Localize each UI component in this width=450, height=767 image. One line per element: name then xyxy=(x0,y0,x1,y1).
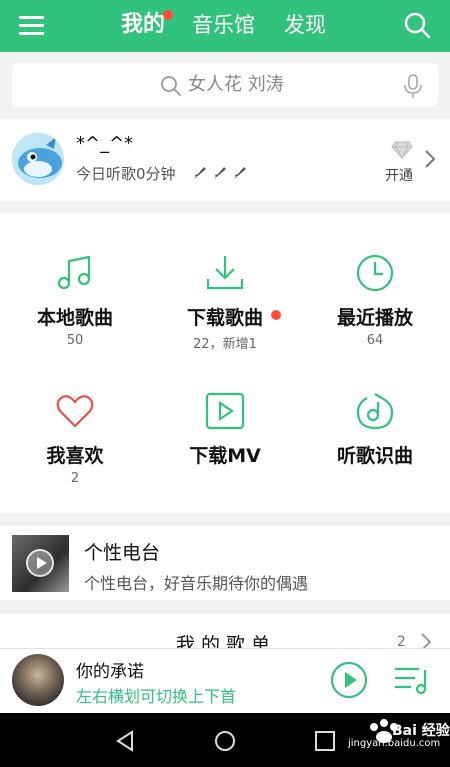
recent-apps-icon[interactable] xyxy=(314,730,336,752)
downloaded-songs-entry[interactable]: 下载歌曲 22，新增1 xyxy=(150,213,300,353)
diamond-icon xyxy=(391,141,413,159)
song-cover[interactable] xyxy=(12,654,64,706)
play-icon xyxy=(26,549,54,577)
tab-discover[interactable]: 发现 xyxy=(284,10,326,40)
heart-icon xyxy=(56,395,94,428)
watermark-text: Bai 经验 xyxy=(392,723,450,739)
swipe-hint: 左右横划可切换上下首 xyxy=(76,687,237,706)
quick-access-grid: 本地歌曲 50 下载歌曲 22，新增1 最近播放 64 我喜欢 2 下载MV 听… xyxy=(0,213,450,513)
search-icon[interactable] xyxy=(402,10,432,40)
clock-icon xyxy=(356,254,394,292)
profile-card[interactable]: *^_^* 今日听歌0分钟 开通 xyxy=(0,119,450,201)
local-songs-label: 本地歌曲 xyxy=(36,307,113,329)
download-mv-label: 下载MV xyxy=(189,445,261,467)
playlist-queue-icon[interactable] xyxy=(393,664,431,696)
downloaded-songs-count: 22，新增1 xyxy=(193,337,257,352)
vip-open-button[interactable]: 开通 xyxy=(385,165,413,185)
recent-play-entry[interactable]: 最近播放 64 xyxy=(300,213,450,353)
song-title: 你的承诺 xyxy=(76,662,144,682)
music-recognition-entry[interactable]: 听歌识曲 xyxy=(300,353,450,493)
music-recognition-label: 听歌识曲 xyxy=(336,445,413,467)
download-icon xyxy=(206,256,244,290)
microphone-icon[interactable] xyxy=(402,73,424,99)
search-placeholder: 女人花 刘涛 xyxy=(188,74,284,95)
music-recognize-icon xyxy=(356,393,394,430)
tab-mine[interactable]: 我的 xyxy=(121,10,165,40)
play-button[interactable] xyxy=(330,661,368,699)
radio-cover xyxy=(12,535,69,592)
chevron-right-icon[interactable] xyxy=(424,149,436,169)
download-mv-entry[interactable]: 下载MV xyxy=(150,353,300,493)
radio-title: 个性电台 xyxy=(84,542,161,564)
top-tabs: 我的 音乐馆 发现 xyxy=(0,0,450,52)
new-download-badge xyxy=(271,310,281,320)
avatar[interactable] xyxy=(12,133,64,185)
recent-play-count: 64 xyxy=(366,333,384,348)
home-icon[interactable] xyxy=(213,729,237,753)
username: *^_^* xyxy=(76,133,134,154)
personal-radio-card[interactable]: 个性电台 个性电台，好音乐期待你的偶遇 xyxy=(0,526,450,600)
music-note-icon xyxy=(57,255,91,290)
watermark-url: jingyan.baidu.com xyxy=(348,738,441,749)
recent-play-label: 最近播放 xyxy=(336,307,413,329)
radio-subtitle: 个性电台，好音乐期待你的偶遇 xyxy=(84,574,309,593)
my-favorites-count: 2 xyxy=(70,471,80,486)
back-icon[interactable] xyxy=(113,729,137,753)
rocket-icon xyxy=(234,167,246,179)
dolphin-avatar-icon xyxy=(12,133,64,185)
local-songs-entry[interactable]: 本地歌曲 50 xyxy=(0,213,150,353)
my-favorites-label: 我喜欢 xyxy=(46,445,104,467)
search-input[interactable]: 女人花 刘涛 xyxy=(12,63,438,107)
search-area: 女人花 刘涛 xyxy=(0,52,450,118)
my-favorites-entry[interactable]: 我喜欢 2 xyxy=(0,353,150,493)
app-header: 我的 音乐馆 发现 xyxy=(0,0,450,52)
listen-today: 今日听歌0分钟 xyxy=(76,165,176,183)
rocket-icon xyxy=(214,167,226,179)
rocket-icon xyxy=(194,167,206,179)
search-icon xyxy=(161,76,181,96)
mv-play-icon xyxy=(205,392,245,430)
tab-mine-badge xyxy=(163,10,173,20)
local-songs-count: 50 xyxy=(66,333,84,348)
tab-music-hall[interactable]: 音乐馆 xyxy=(192,10,255,40)
mini-player[interactable]: 你的承诺 左右横划可切换上下首 xyxy=(0,648,450,713)
